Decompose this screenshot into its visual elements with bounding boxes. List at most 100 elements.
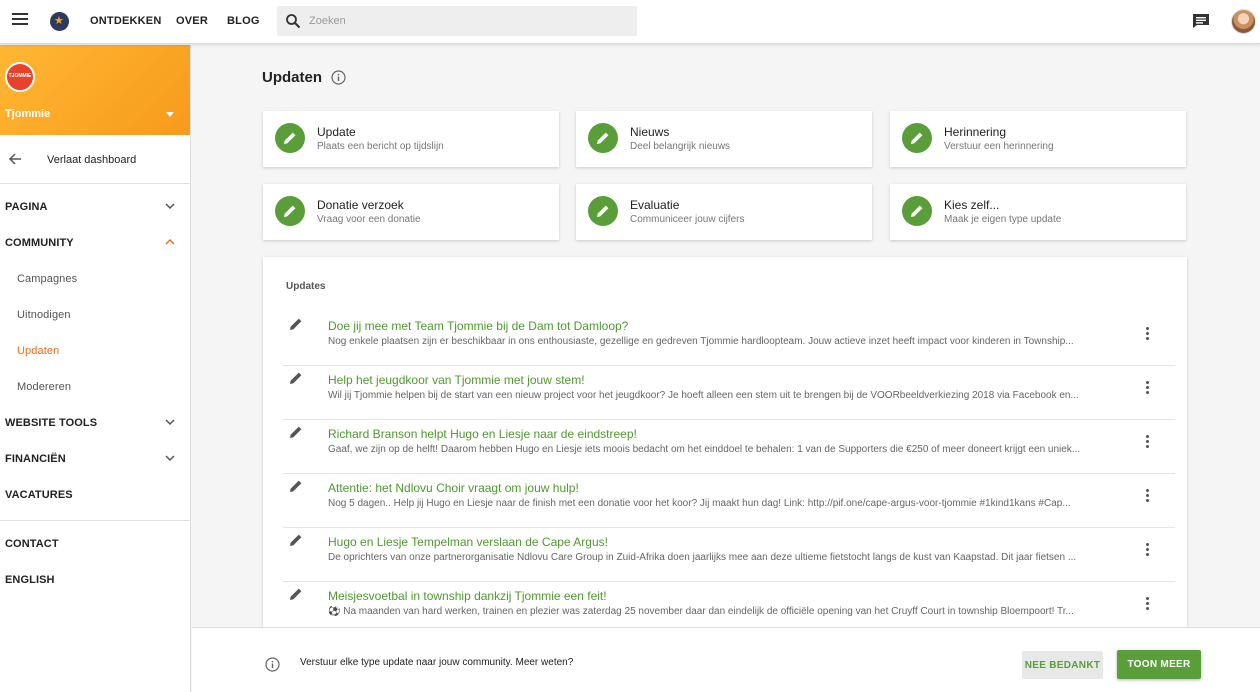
pencil-icon <box>275 196 305 226</box>
card-title: Evaluatie <box>630 198 680 212</box>
sidebar-item-modereren[interactable]: Modereren <box>0 369 190 405</box>
sidebar-item-english[interactable]: ENGLISH <box>0 562 190 598</box>
card-title: Update <box>317 125 356 139</box>
update-row[interactable]: Richard Branson helpt Hugo en Liesje naa… <box>283 420 1175 474</box>
pencil-icon <box>275 123 305 153</box>
pencil-icon <box>290 426 302 438</box>
avatar[interactable] <box>1231 9 1256 34</box>
sidebar-item-label: Uitnodigen <box>17 309 71 321</box>
info-icon <box>265 657 280 672</box>
chevron-down-icon <box>165 455 175 462</box>
update-row[interactable]: Attentie: het Ndlovu Choir vraagt om jou… <box>283 474 1175 528</box>
nav-over[interactable]: OVER <box>176 15 208 27</box>
update-title[interactable]: Doe jij mee met Team Tjommie bij de Dam … <box>328 319 628 333</box>
update-title[interactable]: Hugo en Liesje Tempelman verslaan de Cap… <box>328 535 608 549</box>
caret-down-icon[interactable] <box>166 112 174 117</box>
card-title: Nieuws <box>630 125 670 139</box>
update-text: De oprichters van onze partnerorganisati… <box>328 552 1077 563</box>
card-subtitle: Plaats een bericht op tijdslijn <box>317 141 444 152</box>
card-update[interactable]: Update Plaats een bericht op tijdslijn <box>263 111 559 167</box>
updates-panel: Updates Doe jij mee met Team Tjommie bij… <box>263 257 1187 637</box>
card-kies-zelf[interactable]: Kies zelf... Maak je eigen type update <box>890 184 1186 240</box>
sidebar-item-label: Modereren <box>17 381 72 393</box>
card-title: Donatie verzoek <box>317 198 404 212</box>
chevron-up-icon <box>165 238 175 245</box>
card-herinnering[interactable]: Herinnering Verstuur een herinnering <box>890 111 1186 167</box>
menu-icon[interactable] <box>12 13 28 25</box>
more-vert-icon[interactable] <box>1144 489 1150 505</box>
nav-ontdekken[interactable]: ONTDEKKEN <box>90 15 161 27</box>
sidebar: TJOMMIE Tjommie Verlaat dashboard PAGINA… <box>0 45 191 692</box>
info-icon[interactable] <box>331 70 346 85</box>
top-bar: ONTDEKKEN OVER BLOG <box>0 0 1260 44</box>
update-text: Nog 5 dagen.. Help jij Hugo en Liesje na… <box>328 498 1071 509</box>
update-row[interactable]: Doe jij mee met Team Tjommie bij de Dam … <box>283 312 1175 366</box>
card-title: Kies zelf... <box>944 198 1000 212</box>
updates-heading: Updates <box>286 281 326 292</box>
sidebar-item-label: Campagnes <box>17 273 78 285</box>
sidebar-item-label: WEBSITE TOOLS <box>5 417 98 429</box>
sidebar-item-label: CONTACT <box>5 538 59 550</box>
more-vert-icon[interactable] <box>1144 435 1150 451</box>
show-more-button[interactable]: TOON MEER <box>1117 650 1201 679</box>
pencil-icon <box>902 196 932 226</box>
org-logo-text: TJOMMIE <box>8 73 32 79</box>
sidebar-divider <box>0 520 190 521</box>
org-name: Tjommie <box>5 108 51 120</box>
card-nieuws[interactable]: Nieuws Deel belangrijk nieuws <box>576 111 872 167</box>
sidebar-item-community[interactable]: COMMUNITY <box>0 225 190 261</box>
no-thanks-button[interactable]: NEE BEDANKT <box>1022 651 1103 679</box>
sidebar-item-label: VACATURES <box>5 489 73 501</box>
card-evaluatie[interactable]: Evaluatie Communiceer jouw cijfers <box>576 184 872 240</box>
search-box <box>277 6 637 36</box>
update-title[interactable]: Meisjesvoetbal in township dankzij Tjomm… <box>328 589 607 603</box>
sidebar-item-updaten[interactable]: Updaten <box>0 333 190 369</box>
update-row[interactable]: Help het jeugdkoor van Tjommie met jouw … <box>283 366 1175 420</box>
leave-dashboard-label: Verlaat dashboard <box>47 154 137 166</box>
org-header: TJOMMIE Tjommie <box>0 45 190 135</box>
update-text: Gaaf, we zijn op de helft! Daarom hebben… <box>328 444 1081 455</box>
more-vert-icon[interactable] <box>1144 543 1150 559</box>
org-logo: TJOMMIE <box>5 62 35 92</box>
more-vert-icon[interactable] <box>1144 327 1150 343</box>
pencil-icon <box>290 318 302 330</box>
more-vert-icon[interactable] <box>1144 381 1150 397</box>
card-donatie-verzoek[interactable]: Donatie verzoek Vraag voor een donatie <box>263 184 559 240</box>
arrow-back-icon <box>8 153 21 165</box>
more-vert-icon[interactable] <box>1144 597 1150 613</box>
sidebar-item-pagina[interactable]: PAGINA <box>0 189 190 225</box>
update-title[interactable]: Richard Branson helpt Hugo en Liesje naa… <box>328 427 637 441</box>
card-subtitle: Verstuur een herinnering <box>944 141 1054 152</box>
sidebar-item-label: COMMUNITY <box>5 237 74 249</box>
sidebar-item-label: Updaten <box>17 345 60 357</box>
bottom-prompt-text: Verstuur elke type update naar jouw comm… <box>300 657 574 668</box>
update-text: Nog enkele plaatsen zijn er beschikbaar … <box>328 336 1074 347</box>
leave-dashboard-link[interactable]: Verlaat dashboard <box>0 135 190 184</box>
pencil-icon <box>290 372 302 384</box>
sidebar-item-uitnodigen[interactable]: Uitnodigen <box>0 297 190 333</box>
logo-icon[interactable] <box>50 12 69 31</box>
card-subtitle: Maak je eigen type update <box>944 214 1062 225</box>
sidebar-item-website-tools[interactable]: WEBSITE TOOLS <box>0 405 190 441</box>
card-subtitle: Vraag voor een donatie <box>317 214 421 225</box>
search-icon[interactable] <box>285 13 301 29</box>
sidebar-item-vacatures[interactable]: VACATURES <box>0 477 190 513</box>
search-input[interactable] <box>309 6 629 36</box>
card-subtitle: Communiceer jouw cijfers <box>630 214 745 225</box>
card-subtitle: Deel belangrijk nieuws <box>630 141 731 152</box>
chevron-down-icon <box>165 419 175 426</box>
update-text: ⚽ Na maanden van hard werken, trainen en… <box>328 606 1074 617</box>
nav-blog[interactable]: BLOG <box>227 15 260 27</box>
pencil-icon <box>902 123 932 153</box>
update-title[interactable]: Help het jeugdkoor van Tjommie met jouw … <box>328 373 585 387</box>
update-title[interactable]: Attentie: het Ndlovu Choir vraagt om jou… <box>328 481 579 495</box>
sidebar-item-campagnes[interactable]: Campagnes <box>0 261 190 297</box>
pencil-icon <box>290 588 302 600</box>
update-row[interactable]: Hugo en Liesje Tempelman verslaan de Cap… <box>283 528 1175 582</box>
chevron-down-icon <box>165 203 175 210</box>
sidebar-item-contact[interactable]: CONTACT <box>0 526 190 562</box>
chat-icon[interactable] <box>1192 13 1210 29</box>
sidebar-item-financien[interactable]: FINANCIËN <box>0 441 190 477</box>
sidebar-item-label: PAGINA <box>5 201 48 213</box>
pencil-icon <box>588 123 618 153</box>
